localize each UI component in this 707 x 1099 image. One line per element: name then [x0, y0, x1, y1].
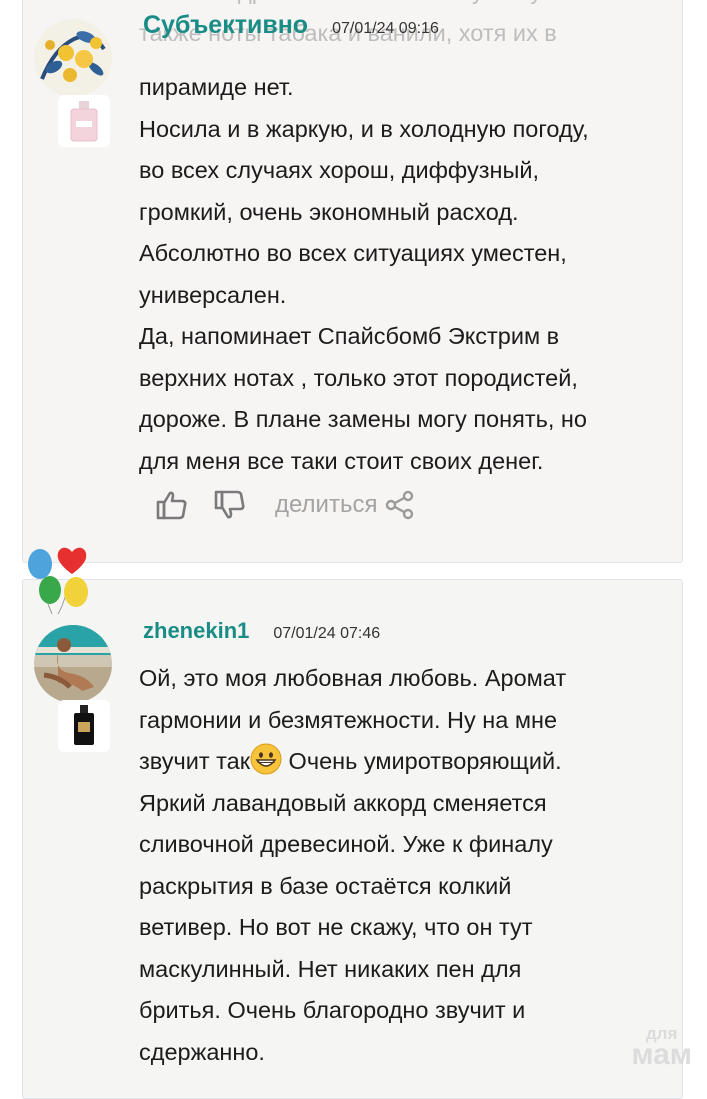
- comment-text-part: Очень умиротворяющий. Яркий лавандовый а…: [139, 748, 562, 1065]
- comment-actions: делиться: [153, 483, 415, 527]
- perfume-thumbnail[interactable]: [58, 95, 110, 147]
- perfume-thumbnail[interactable]: [58, 700, 110, 752]
- share-link[interactable]: делиться: [275, 491, 377, 519]
- author-name[interactable]: Субъективно: [143, 11, 308, 40]
- comment-body: Ой, это моя любовная любовь. Аромат гарм…: [139, 658, 669, 1073]
- comment-body: пирамиде нет. Носила и в жаркую, и в хол…: [139, 67, 669, 482]
- avatar[interactable]: [34, 19, 112, 97]
- comment-card: zhenekin1 07/01/24 07:46 Ой, это моя люб…: [22, 579, 683, 1099]
- balloons-icon: [28, 547, 88, 615]
- dislike-button[interactable]: [211, 486, 249, 524]
- comment-header: Субъективно 07/01/24 09:16: [143, 11, 439, 40]
- author-name[interactable]: zhenekin1: [143, 618, 249, 644]
- grinning-face-icon: [250, 743, 282, 775]
- share-icon[interactable]: [385, 490, 415, 520]
- post-date: 07/01/24 09:16: [332, 20, 439, 37]
- post-date: 07/01/24 07:46: [273, 625, 381, 642]
- comment-paragraph: Ой, это моя любовная любовь. Аромат гарм…: [139, 658, 669, 1073]
- comment-paragraph: Да, напоминает Спайсбомб Экстрим в верхн…: [139, 323, 587, 474]
- site-watermark: для мам: [631, 1025, 692, 1071]
- comment-paragraph: Носила и в жаркую, и в холодную погоду, …: [139, 115, 589, 308]
- avatar[interactable]: [34, 625, 112, 703]
- like-button[interactable]: [153, 486, 191, 524]
- thumbs-down-icon: [214, 490, 245, 519]
- comment-card: с мягкой древесной базой. Я чувствую так…: [22, 0, 683, 563]
- thumbs-up-icon: [156, 491, 187, 520]
- watermark-main: мам: [631, 1038, 692, 1071]
- comment-paragraph: пирамиде нет.: [139, 74, 294, 100]
- comment-header: zhenekin1 07/01/24 07:46: [143, 618, 380, 644]
